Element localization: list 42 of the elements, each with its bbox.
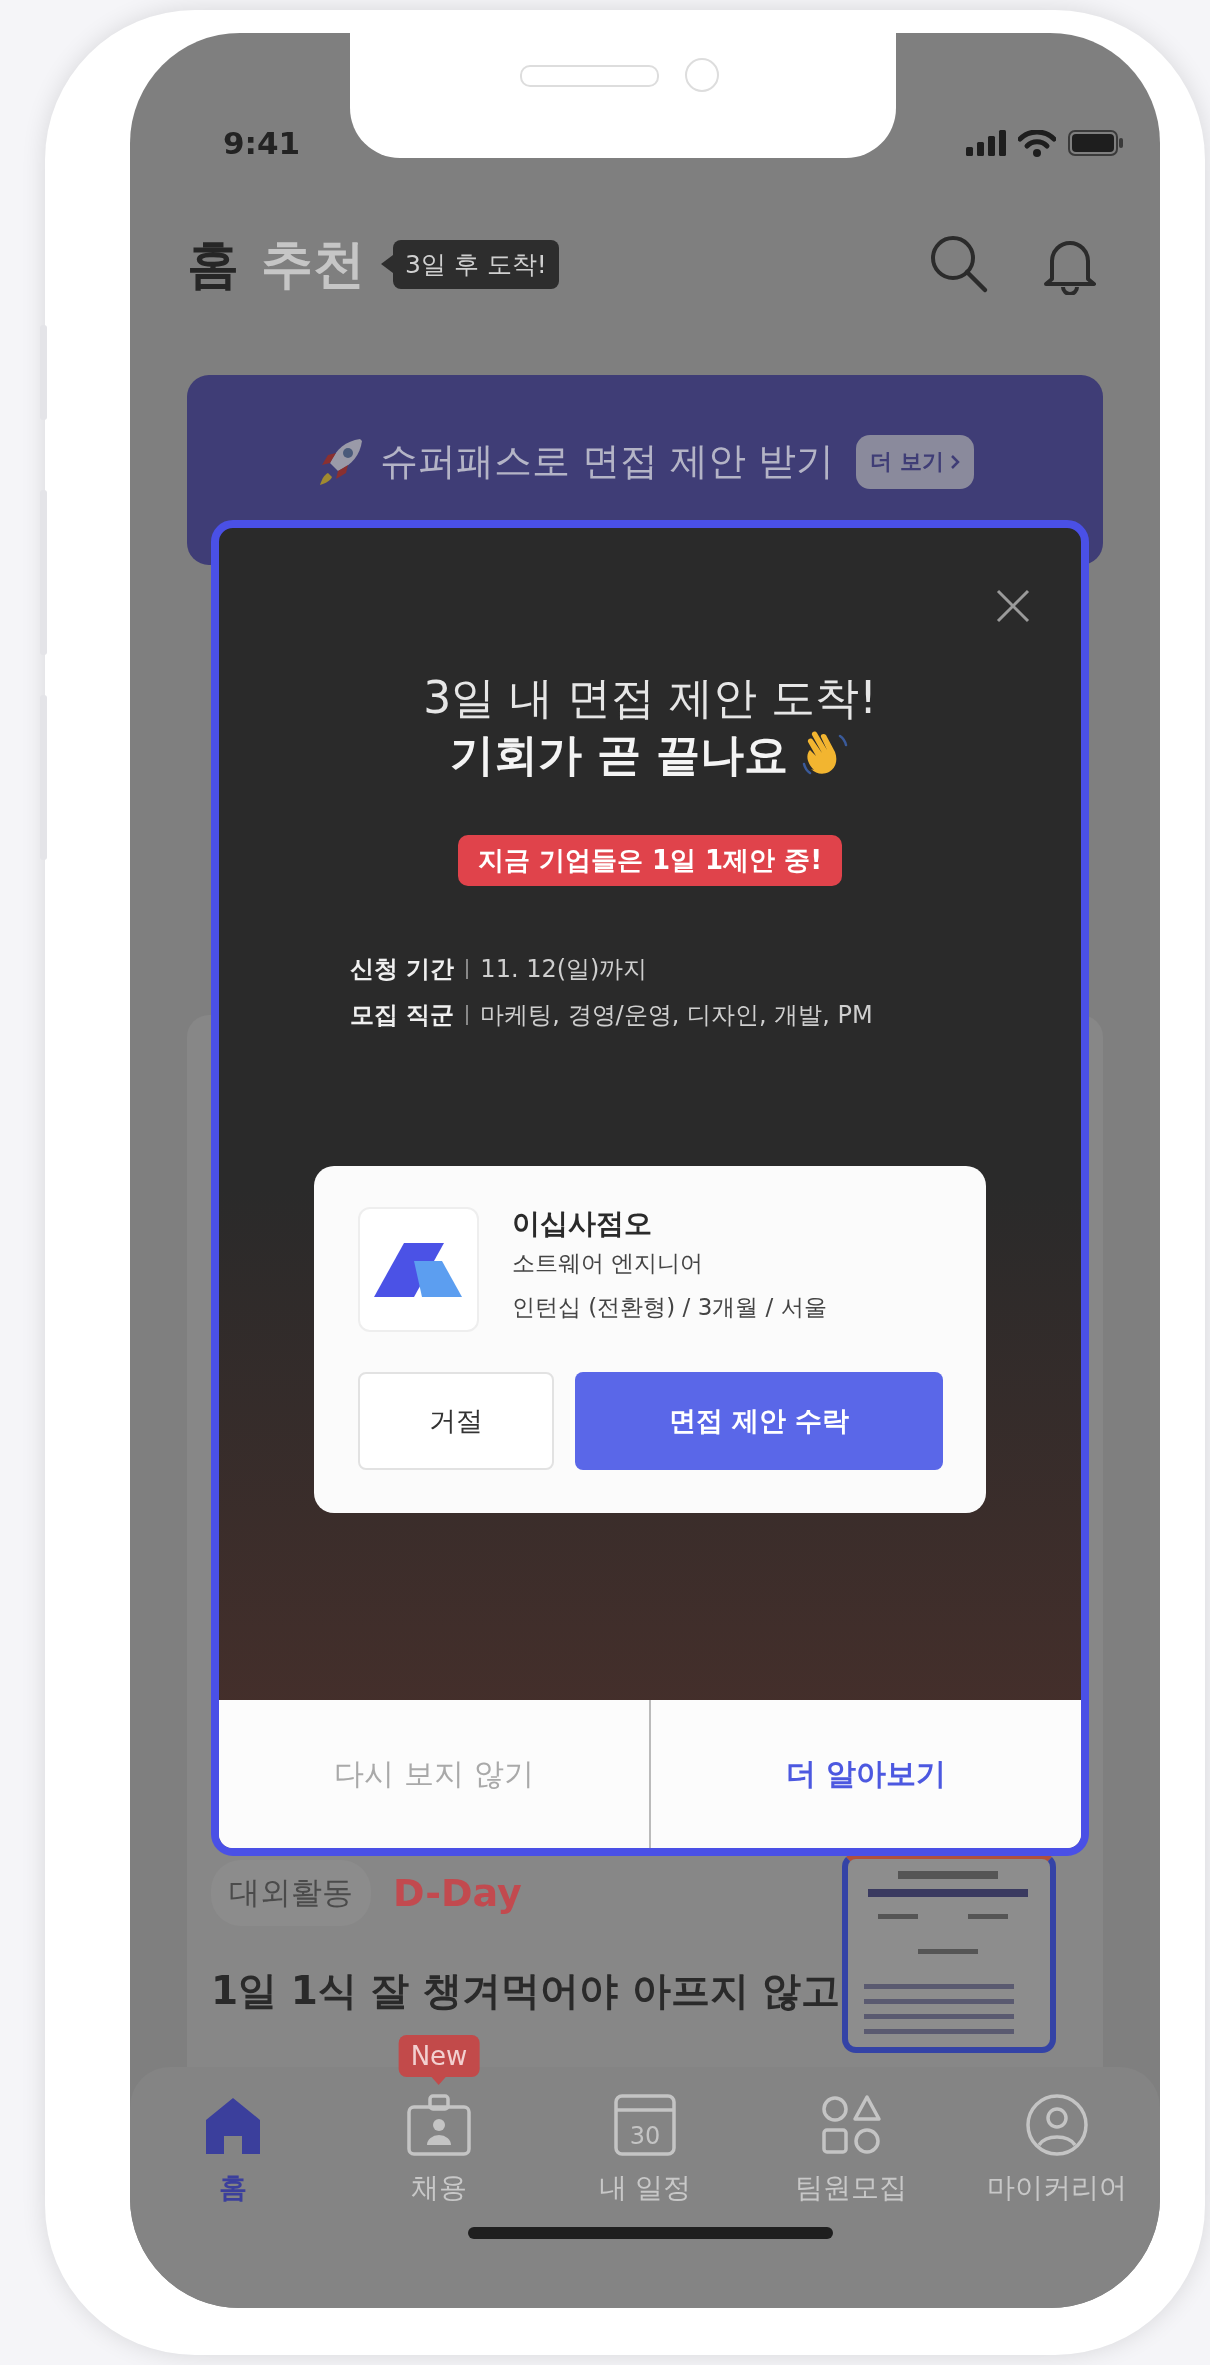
tooltip: 3일 후 도착! [393,239,559,289]
close-icon[interactable] [995,588,1031,624]
chevron-icon [949,454,960,470]
detail-label: 신청 기간 [350,954,455,985]
tab-bar-item[interactable]: 마이커리어 [954,2089,1160,2207]
tooltip-pointer [381,255,393,273]
accept-button[interactable]: 면접 제안 수락 [575,1372,943,1470]
decline-button[interactable]: 거절 [358,1372,554,1470]
tab-bar-item[interactable]: 채용 [336,2089,542,2207]
detail-value: 마케팅, 경영/운영, 디자인, 개발, PM [480,1000,873,1031]
job-role: 소트웨어 엔지니어 [512,1249,705,1278]
badge-pointer [431,2076,447,2085]
company-name: 이십사점오 [512,1207,653,1241]
wifi-icon [1018,129,1056,157]
deadline-label: D-Day [393,1871,522,1915]
tab-bar-item[interactable]: 팀원모집 [748,2089,954,2207]
camera-lens [685,58,719,92]
header-tab[interactable]: 추천 [261,238,365,290]
modal-subtitle: 기회가 곧 끝나요 [449,728,789,782]
calendar-day: 30 [629,2122,661,2150]
header-tab[interactable]: 홈 [187,238,239,290]
signal-icon [966,130,1006,156]
battery-icon [1068,130,1124,156]
dismiss-button[interactable]: 다시 보지 않기 [219,1700,651,1848]
job-terms: 인턴십 (전환형) / 3개월 / 서울 [512,1293,827,1322]
id-card-icon [406,2093,472,2157]
search-icon[interactable] [928,233,990,295]
more-button[interactable]: 더 보기 [856,435,974,489]
poster-thumbnail[interactable] [842,1853,1056,2053]
detail-value: 11. 12(일)까지 [480,954,648,985]
detail-label: 모집 직군 [350,1000,455,1031]
category-tag: 대외활동 [211,1860,371,1926]
promo-badge: 지금 기업들은 1일 1제안 중! [457,835,843,886]
banner-text: 슈퍼패스로 면접 제안 받기 [380,438,835,485]
shapes-icon [819,2093,883,2157]
profile-icon [1025,2093,1089,2157]
tab-bar-item[interactable]: 30 내 일정 [542,2089,748,2207]
post-title[interactable]: 1일 1식 잘 챙겨먹어야 아프지 않고 [211,1964,1103,2018]
new-badge: New [398,2035,480,2077]
tab-bar-item[interactable]: 홈 [130,2089,336,2207]
modal-title: 3일 내 면접 제안 도착! [423,671,877,725]
status-time: 9:41 [223,125,301,161]
